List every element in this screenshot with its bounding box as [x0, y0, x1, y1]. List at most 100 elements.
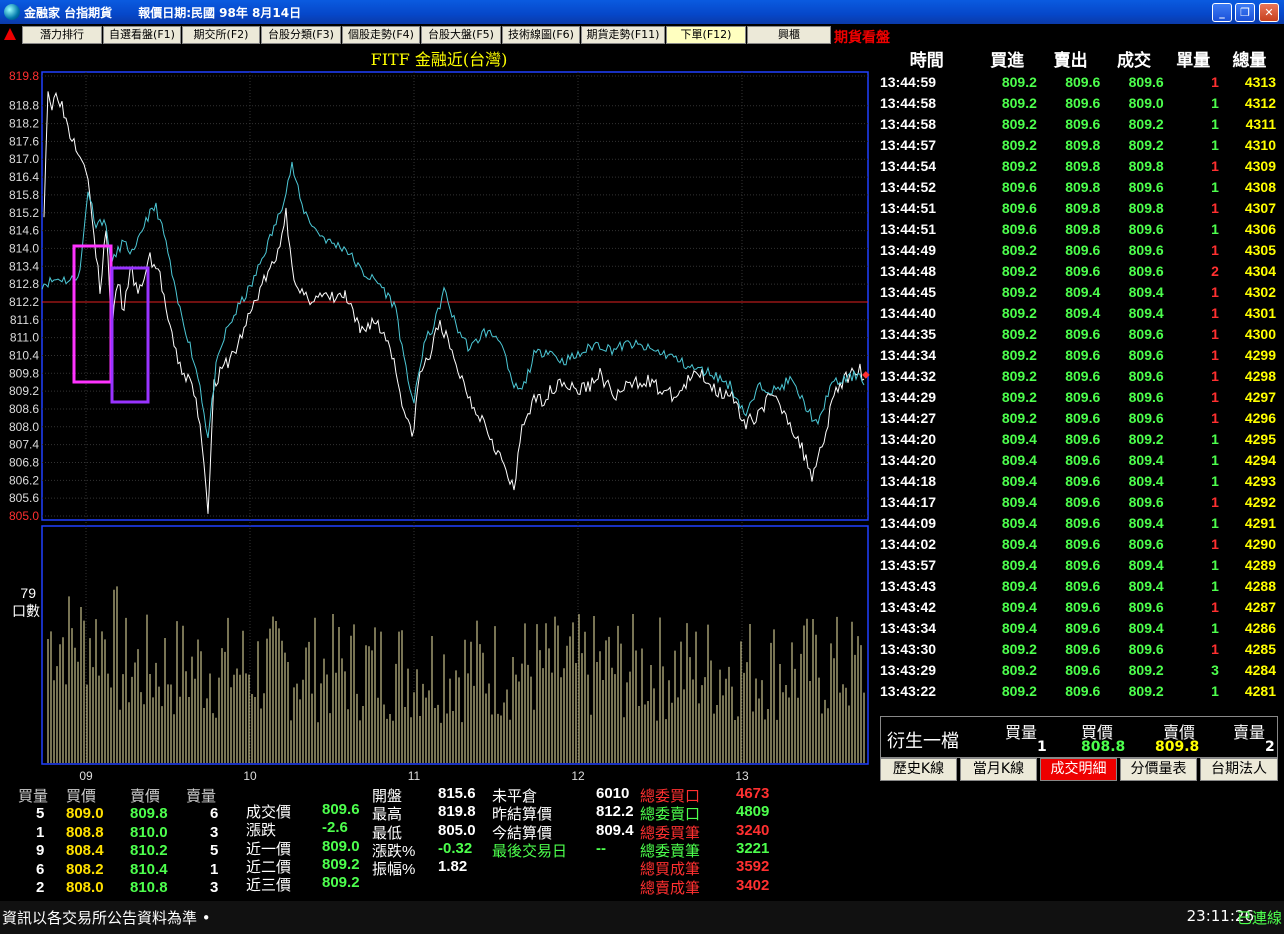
depth-ask: 809.8: [130, 805, 168, 822]
menu-stock-trend[interactable]: 個股走勢(F4): [342, 26, 420, 44]
tick-row[interactable]: 13:44:51 809.6 809.8 809.6 1 4306: [878, 218, 1278, 239]
tick-total: 4286: [1244, 619, 1276, 636]
tick-row[interactable]: 13:44:54 809.2 809.8 809.8 1 4309: [878, 155, 1278, 176]
tick-price: 809.2: [1128, 115, 1164, 132]
tab-history-kline[interactable]: 歷史K線: [880, 758, 957, 781]
tick-row[interactable]: 13:44:18 809.4 809.6 809.4 1 4293: [878, 470, 1278, 491]
tick-ask: 809.8: [1065, 157, 1101, 174]
close-button[interactable]: ✕: [1259, 3, 1279, 22]
menu-emerging[interactable]: 興櫃: [747, 26, 831, 44]
tick-row[interactable]: 13:44:27 809.2 809.6 809.6 1 4296: [878, 407, 1278, 428]
tick-row[interactable]: 13:44:51 809.6 809.8 809.8 1 4307: [878, 197, 1278, 218]
tick-row[interactable]: 13:43:22 809.2 809.6 809.2 1 4281: [878, 680, 1278, 701]
price-volume-chart[interactable]: 819.8 818.8 818.2 817.6 817.0 816.4 815.8 815.2…: [0, 46, 878, 783]
tick-row[interactable]: 13:44:48 809.2 809.6 809.6 2 4304: [878, 260, 1278, 281]
volume-unit-label: 口數: [12, 603, 40, 619]
tick-row[interactable]: 13:43:57 809.4 809.6 809.4 1 4289: [878, 554, 1278, 575]
tick-row[interactable]: 13:44:58 809.2 809.6 809.2 1 4311: [878, 113, 1278, 134]
maximize-button[interactable]: ❐: [1235, 3, 1255, 22]
tick-total: 4295: [1244, 430, 1276, 447]
function-menu-bar: 潛力排行 自選看盤(F1) 期交所(F2) 台股分類(F3) 個股走勢(F4) …: [0, 24, 1284, 46]
menu-order[interactable]: 下單(F12): [666, 26, 746, 44]
tick-row[interactable]: 13:44:17 809.4 809.6 809.6 1 4292: [878, 491, 1278, 512]
tick-volume: 2: [1211, 262, 1219, 279]
tick-bid: 809.2: [1001, 283, 1037, 300]
tick-row[interactable]: 13:44:45 809.2 809.4 809.4 1 4302: [878, 281, 1278, 302]
derivative-ask-qty: 2: [1265, 739, 1275, 755]
tick-row[interactable]: 13:44:09 809.4 809.6 809.4 1 4291: [878, 512, 1278, 533]
tick-row[interactable]: 13:44:29 809.2 809.6 809.6 1 4297: [878, 386, 1278, 407]
tick-row[interactable]: 13:43:34 809.4 809.6 809.4 1 4286: [878, 617, 1278, 638]
menu-watchlist[interactable]: 自選看盤(F1): [103, 26, 181, 44]
tick-row[interactable]: 13:44:20 809.4 809.6 809.4 1 4294: [878, 449, 1278, 470]
depth-bid-qty-header: 買量: [18, 788, 49, 805]
quote-c4-value: 3221: [736, 839, 770, 857]
tick-row[interactable]: 13:43:29 809.2 809.6 809.2 3 4284: [878, 659, 1278, 680]
tick-bid: 809.4: [1001, 556, 1037, 573]
quote-c2-value: 1.82: [438, 858, 468, 876]
derivative-ask-qty-header: 賣量: [1233, 723, 1266, 742]
tick-total: 4313: [1244, 73, 1276, 90]
derivative-bid-qty: 1: [1037, 739, 1047, 755]
up-arrow-icon[interactable]: [4, 28, 16, 40]
tick-total: 4290: [1244, 535, 1276, 552]
status-bar: 資訊以各交易所公告資料為準 • 23:11:26 已連線: [0, 901, 1284, 934]
tab-price-volume[interactable]: 分價量表: [1120, 758, 1197, 781]
tab-trade-detail[interactable]: 成交明細: [1040, 758, 1117, 781]
tick-bid: 809.4: [1001, 493, 1037, 510]
menu-futures-trend[interactable]: 期貨走勢(F11): [581, 26, 665, 44]
tick-row[interactable]: 13:44:35 809.2 809.6 809.6 1 4300: [878, 323, 1278, 344]
x-tick-label: 10: [243, 769, 257, 783]
tick-total: 4288: [1244, 577, 1276, 594]
tick-row[interactable]: 13:44:57 809.2 809.8 809.2 1 4310: [878, 134, 1278, 155]
tick-bid: 809.2: [1001, 346, 1037, 363]
y-tick-label: 813.4: [9, 259, 39, 273]
tick-row[interactable]: 13:44:59 809.2 809.6 809.6 1 4313: [878, 71, 1278, 92]
tick-row[interactable]: 13:43:42 809.4 809.6 809.6 1 4287: [878, 596, 1278, 617]
y-tick-label: 806.2: [9, 473, 39, 487]
tick-row[interactable]: 13:44:49 809.2 809.6 809.6 1 4305: [878, 239, 1278, 260]
menu-technical[interactable]: 技術線圖(F6): [502, 26, 580, 44]
tick-price: 809.6: [1128, 367, 1164, 384]
derivative-ask: 809.8: [1155, 739, 1200, 755]
tick-bid: 809.4: [1001, 598, 1037, 615]
tick-price: 809.6: [1128, 220, 1164, 237]
tick-bid: 809.6: [1001, 199, 1037, 216]
menu-index[interactable]: 台股大盤(F5): [421, 26, 501, 44]
tick-ask: 809.6: [1065, 94, 1101, 111]
depth-ask-qty: 1: [210, 860, 219, 878]
tick-row[interactable]: 13:44:02 809.4 809.6 809.6 1 4290: [878, 533, 1278, 554]
tick-bid: 809.4: [1001, 535, 1037, 552]
tick-row[interactable]: 13:43:43 809.4 809.6 809.4 1 4288: [878, 575, 1278, 596]
depth-ask-qty-header: 賣量: [186, 788, 217, 805]
menu-exchange[interactable]: 期交所(F2): [182, 26, 260, 44]
minimize-button[interactable]: _: [1212, 3, 1232, 22]
tick-ask: 809.6: [1065, 241, 1101, 258]
menu-potential-ranking[interactable]: 潛力排行: [22, 26, 102, 44]
tick-price: 809.6: [1128, 409, 1164, 426]
y-tick-label: 818.2: [9, 117, 39, 131]
tick-row[interactable]: 13:43:30 809.2 809.6 809.6 1 4285: [878, 638, 1278, 659]
tick-volume: 3: [1211, 661, 1219, 678]
tick-row[interactable]: 13:44:32 809.2 809.6 809.6 1 4298: [878, 365, 1278, 386]
tick-row[interactable]: 13:44:20 809.4 809.6 809.2 1 4295: [878, 428, 1278, 449]
tick-bid: 809.4: [1001, 472, 1037, 489]
tick-price: 809.2: [1128, 682, 1164, 699]
current-price-marker: ◆: [862, 369, 870, 380]
tick-row[interactable]: 13:44:34 809.2 809.6 809.6 1 4299: [878, 344, 1278, 365]
tick-time: 13:44:09: [880, 514, 937, 531]
tick-time: 13:44:20: [880, 451, 937, 468]
tick-bid: 809.2: [1001, 325, 1037, 342]
menu-sector[interactable]: 台股分類(F3): [261, 26, 341, 44]
tick-time: 13:44:18: [880, 472, 937, 489]
tick-price: 809.6: [1128, 535, 1164, 552]
tab-institutional[interactable]: 台期法人: [1200, 758, 1278, 781]
tick-row[interactable]: 13:44:40 809.2 809.4 809.4 1 4301: [878, 302, 1278, 323]
tick-row[interactable]: 13:44:58 809.2 809.6 809.0 1 4312: [878, 92, 1278, 113]
tick-total: 4285: [1244, 640, 1276, 657]
tick-row[interactable]: 13:44:52 809.6 809.8 809.6 1 4308: [878, 176, 1278, 197]
y-tick-label: 812.2: [9, 295, 39, 309]
quote-c1-value: 809.2: [322, 855, 360, 873]
tick-ask: 809.6: [1065, 556, 1101, 573]
tab-month-kline[interactable]: 當月K線: [960, 758, 1037, 781]
